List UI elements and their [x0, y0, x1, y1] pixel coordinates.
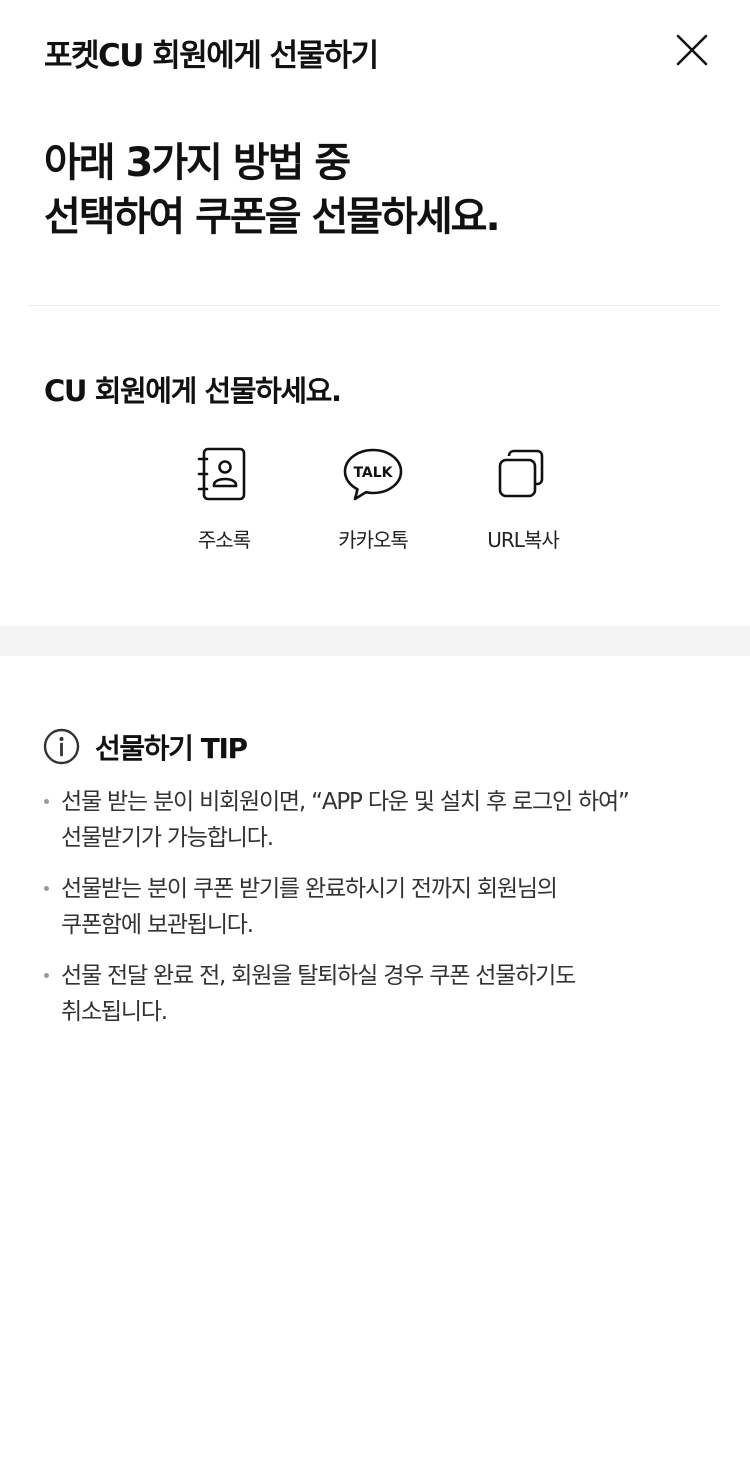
tip-text-line: 취소됩니다. — [61, 999, 168, 1025]
close-icon — [676, 34, 708, 66]
tip-text-line: 쿠폰함에 보관됩니다. — [61, 912, 254, 938]
kakaotalk-icon: TALK — [343, 444, 403, 504]
section-separator — [0, 626, 750, 656]
address-book-button[interactable]: 주소록 — [149, 444, 299, 560]
bullet — [44, 973, 49, 978]
tip-list: 선물 받는 분이 비회원이면, “APP 다운 및 설치 후 로그인 하여” 선… — [44, 784, 724, 1045]
headline-line-1: 아래 3가지 방법 중 — [44, 140, 351, 186]
gift-coupon-page: 포켓CU 회원에게 선물하기 아래 3가지 방법 중 선택하여 쿠폰을 선물하세… — [0, 0, 750, 1469]
copy-icon — [493, 444, 553, 504]
tip-text-line: 선물받기가 가능합니다. — [61, 825, 274, 851]
bullet — [44, 886, 49, 891]
tip-text-line: 선물받는 분이 쿠폰 받기를 완료하시기 전까지 회원님의 — [61, 876, 558, 902]
address-book-icon — [194, 444, 254, 504]
address-book-label: 주소록 — [197, 528, 251, 552]
copy-url-label: URL복사 — [487, 528, 559, 552]
kakaotalk-label: 카카오톡 — [338, 528, 409, 552]
list-item: 선물 전달 완료 전, 회원을 탈퇴하실 경우 쿠폰 선물하기도 취소됩니다. — [44, 958, 724, 1030]
bullet — [44, 799, 49, 804]
kakaotalk-button[interactable]: TALK 카카오톡 — [298, 444, 448, 560]
info-icon — [43, 728, 80, 765]
kakaotalk-icon-text: TALK — [353, 465, 393, 481]
headline-line-2: 선택하여 쿠폰을 선물하세요. — [44, 194, 501, 240]
divider — [28, 305, 720, 306]
page-title: 포켓CU 회원에게 선물하기 — [44, 38, 379, 74]
header: 포켓CU 회원에게 선물하기 — [0, 0, 750, 104]
tip-text-line: 선물 받는 분이 비회원이면, “APP 다운 및 설치 후 로그인 하여” — [61, 789, 630, 815]
close-button[interactable] — [670, 28, 714, 72]
share-section-title: CU 회원에게 선물하세요. — [44, 374, 342, 408]
tip-title: 선물하기 TIP — [95, 732, 248, 765]
list-item: 선물 받는 분이 비회원이면, “APP 다운 및 설치 후 로그인 하여” 선… — [44, 784, 724, 856]
tip-text-line: 선물 전달 완료 전, 회원을 탈퇴하실 경우 쿠폰 선물하기도 — [61, 963, 576, 989]
list-item: 선물받는 분이 쿠폰 받기를 완료하시기 전까지 회원님의 쿠폰함에 보관됩니다… — [44, 871, 724, 943]
copy-url-button[interactable]: URL복사 — [448, 444, 598, 560]
headline: 아래 3가지 방법 중 선택하여 쿠폰을 선물하세요. — [44, 136, 501, 244]
